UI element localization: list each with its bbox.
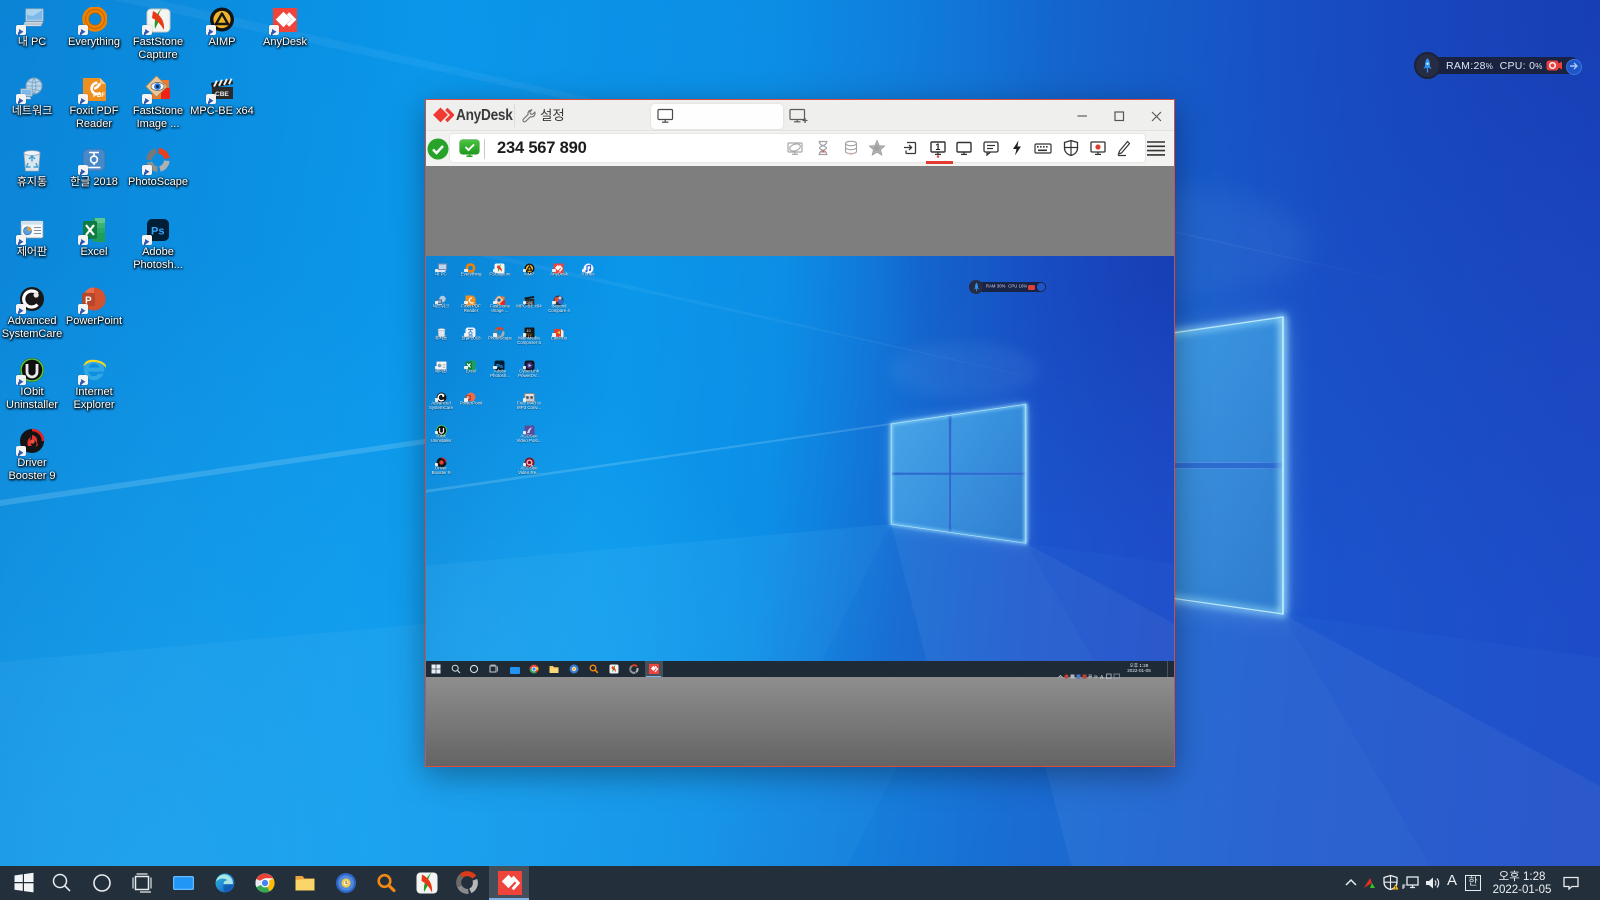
svg-text:PDF: PDF [93,93,105,99]
svg-text:1: 1 [935,142,940,152]
svg-text:CBE: CBE [215,91,229,98]
svg-text:Ps: Ps [151,226,164,238]
svg-text:A: A [1100,674,1104,679]
